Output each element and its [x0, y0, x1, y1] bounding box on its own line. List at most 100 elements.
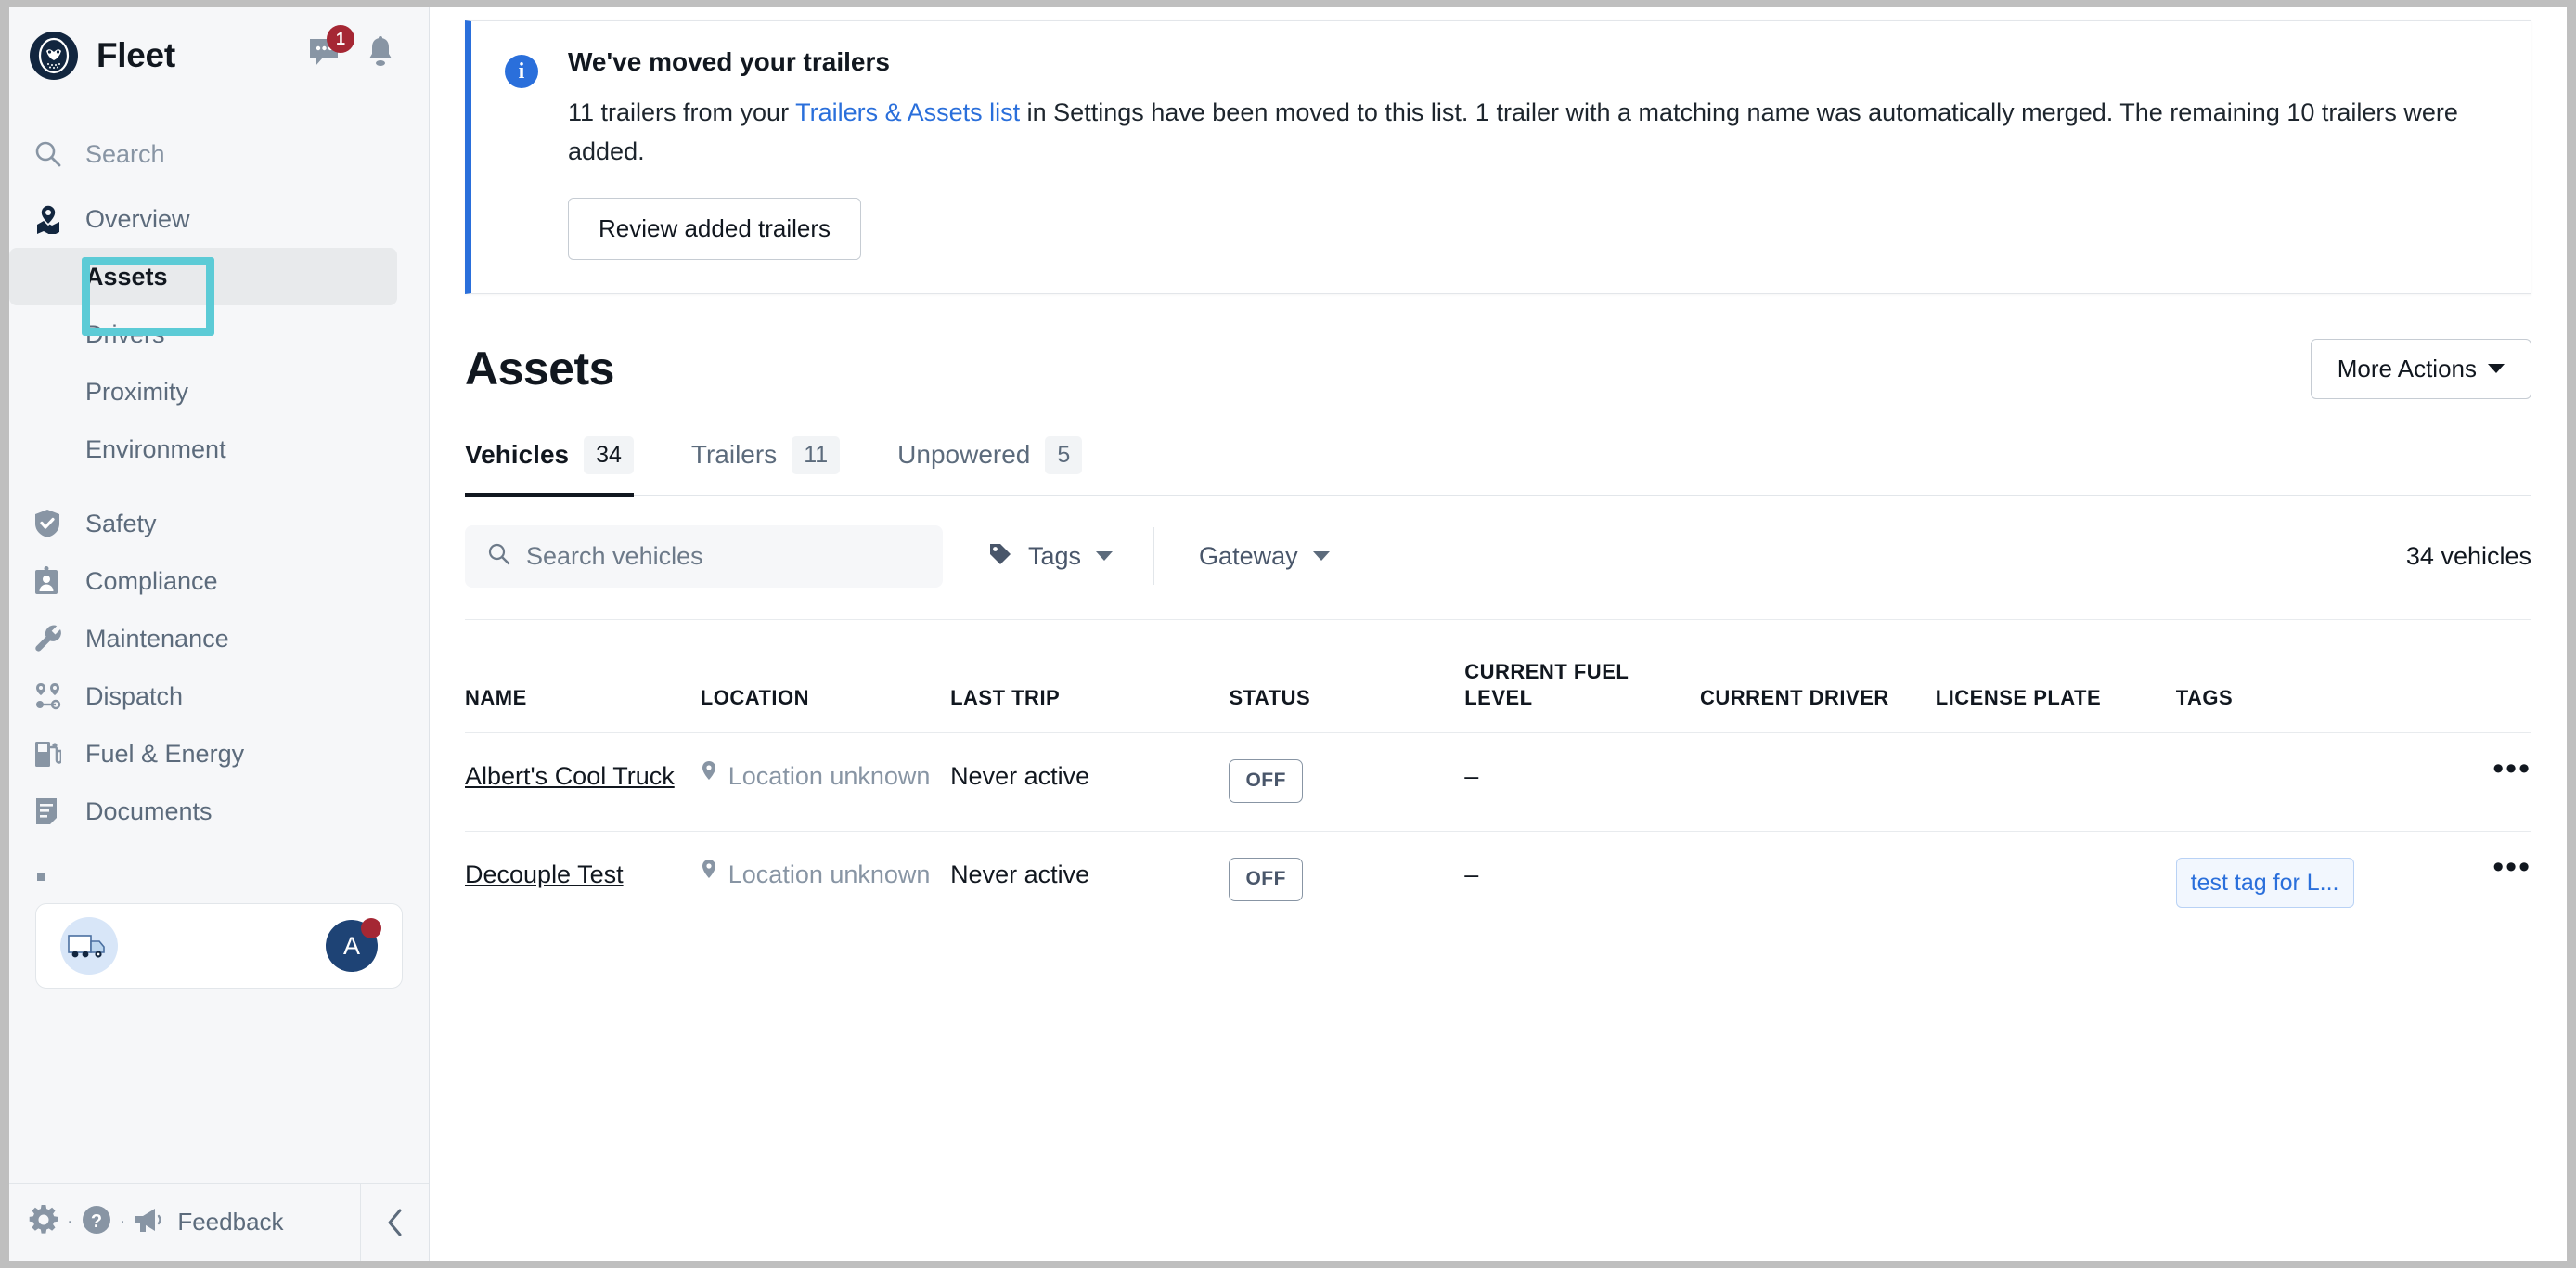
shield-check-icon [33, 509, 74, 538]
sidebar-item-drivers[interactable]: Drivers [9, 305, 397, 363]
table-head: NAME LOCATION LAST TRIP STATUS CURRENT F… [465, 620, 2531, 733]
cell-name: Albert's Cool Truck [465, 731, 701, 832]
message-badge-count: 1 [327, 25, 354, 53]
tab-vehicles[interactable]: Vehicles 34 [465, 435, 660, 497]
row-actions-kebab-icon[interactable]: ••• [2454, 851, 2531, 884]
chevron-down-icon [2488, 364, 2505, 374]
gateway-filter[interactable]: Gateway [1199, 542, 1330, 571]
more-actions-button[interactable]: More Actions [2310, 338, 2531, 399]
location-pin-icon [701, 759, 717, 794]
sidebar-search[interactable]: Search [9, 125, 429, 183]
sidebar-item-dispatch[interactable]: Dispatch [9, 667, 429, 725]
cell-tags: test tag for L... [2175, 830, 2455, 946]
box-truck-icon [60, 917, 118, 975]
column-header-license-plate[interactable]: LICENSE PLATE [1936, 620, 2176, 733]
sidebar-item-label: Maintenance [85, 624, 229, 653]
sidebar-footer: · ? · Feedback [9, 1183, 429, 1261]
chevron-down-icon [1312, 551, 1330, 562]
tab-label: Trailers [690, 440, 778, 470]
status-badge: OFF [1229, 857, 1303, 901]
asset-name-link[interactable]: Decouple Test [465, 860, 624, 888]
sidebar-header: Fleet 1 [9, 7, 429, 103]
app-window: Fleet 1 Search Overview Assets Drivers P… [9, 7, 2567, 1261]
bell-icon[interactable] [366, 36, 395, 74]
location-pin-icon [701, 858, 717, 892]
banner-text: 11 trailers from your Trailers & Assets … [568, 94, 2489, 172]
owl-logo-icon[interactable] [30, 31, 78, 80]
chat-bubble-icon[interactable]: 1 [308, 25, 354, 73]
cell-actions: ••• [2454, 830, 2531, 946]
avatar-status-dot [361, 918, 381, 938]
sidebar-item-compliance[interactable]: Compliance [9, 552, 429, 610]
cell-status: OFF [1229, 830, 1465, 946]
route-pins-icon [33, 681, 74, 711]
sidebar-item-label: Fuel & Energy [85, 739, 245, 768]
search-vehicles-box[interactable] [465, 524, 943, 588]
sidebar-item-assets[interactable]: Assets [9, 248, 397, 305]
column-header-actions [2454, 620, 2531, 733]
cell-status: OFF [1229, 731, 1465, 832]
cell-actions: ••• [2454, 731, 2531, 832]
table-row[interactable]: Albert's Cool Truck Location unknown Nev… [465, 731, 2531, 832]
sidebar-header-icons: 1 [308, 25, 395, 74]
sidebar-item-label: Proximity [85, 377, 189, 406]
tags-filter[interactable]: Tags [987, 541, 1114, 572]
review-added-trailers-button[interactable]: Review added trailers [568, 197, 862, 260]
tag-chip[interactable]: test tag for L... [2175, 857, 2354, 909]
tab-label: Unpowered [897, 440, 1031, 470]
filter-bar: Tags Gateway 34 vehicles [465, 496, 2531, 620]
cell-current-driver [1699, 731, 1936, 832]
column-header-status[interactable]: STATUS [1229, 620, 1464, 733]
sidebar-item-overview[interactable]: Overview [9, 190, 429, 248]
sidebar-item-maintenance[interactable]: Maintenance [9, 610, 429, 667]
sidebar-item-environment[interactable]: Environment [9, 421, 397, 478]
main-content: i We've moved your trailers 11 trailers … [430, 7, 2567, 1261]
search-icon [487, 542, 511, 571]
column-header-current-fuel-level[interactable]: CURRENT FUEL LEVEL [1464, 620, 1700, 733]
chevron-down-icon [1096, 551, 1114, 562]
sidebar-item-fuel-energy[interactable]: Fuel & Energy [9, 725, 429, 783]
table-body: Albert's Cool Truck Location unknown Nev… [465, 731, 2531, 946]
column-header-tags[interactable]: TAGS [2176, 620, 2454, 733]
search-input[interactable] [526, 541, 921, 571]
sidebar-account-widget[interactable]: A [35, 903, 403, 989]
info-icon: i [505, 55, 538, 88]
id-badge-icon [33, 566, 74, 596]
fuel-pump-icon [33, 739, 74, 769]
assets-table: NAME LOCATION LAST TRIP STATUS CURRENT F… [465, 620, 2531, 946]
cell-name: Decouple Test [465, 830, 701, 946]
sidebar-item-documents[interactable]: Documents [9, 783, 429, 840]
page-header: Assets More Actions [465, 338, 2531, 399]
tab-count: 5 [1045, 435, 1083, 474]
asset-name-link[interactable]: Albert's Cool Truck [465, 762, 675, 790]
sidebar-item-proximity[interactable]: Proximity [9, 363, 397, 421]
column-header-name[interactable]: NAME [465, 620, 701, 733]
tab-count: 11 [792, 435, 841, 474]
result-count: 34 vehicles [2405, 541, 2531, 570]
column-header-current-driver[interactable]: CURRENT DRIVER [1700, 620, 1936, 733]
megaphone-icon[interactable] [133, 1206, 166, 1238]
cell-license-plate [1935, 731, 2176, 832]
sidebar-item-label: Overview [85, 204, 190, 233]
column-header-location[interactable]: LOCATION [701, 620, 950, 733]
tab-trailers[interactable]: Trailers 11 [690, 435, 866, 495]
tab-unpowered[interactable]: Unpowered 5 [897, 435, 1108, 495]
location-text: Location unknown [728, 761, 931, 790]
sidebar-item-label: Safety [85, 509, 157, 537]
sidebar-item-safety[interactable]: Safety [9, 495, 429, 552]
feedback-label[interactable]: Feedback [177, 1208, 283, 1236]
sidebar-more-dots[interactable] [9, 857, 429, 896]
gear-icon[interactable] [28, 1204, 59, 1240]
asset-tabs: Vehicles 34 Trailers 11 Unpowered 5 [465, 435, 2531, 497]
row-actions-kebab-icon[interactable]: ••• [2454, 753, 2531, 785]
table-row[interactable]: Decouple Test Location unknown Never act… [465, 830, 2531, 946]
avatar[interactable]: A [326, 918, 381, 972]
sidebar-item-label: Environment [85, 434, 226, 463]
chevron-left-icon[interactable] [360, 1183, 429, 1261]
tab-label: Vehicles [465, 440, 570, 470]
trailers-assets-list-link[interactable]: Trailers & Assets list [795, 98, 1020, 126]
column-header-last-trip[interactable]: LAST TRIP [950, 620, 1229, 733]
status-badge: OFF [1229, 758, 1303, 803]
question-circle-icon[interactable]: ? [81, 1204, 112, 1240]
footer-separator-2: · [119, 1211, 126, 1232]
